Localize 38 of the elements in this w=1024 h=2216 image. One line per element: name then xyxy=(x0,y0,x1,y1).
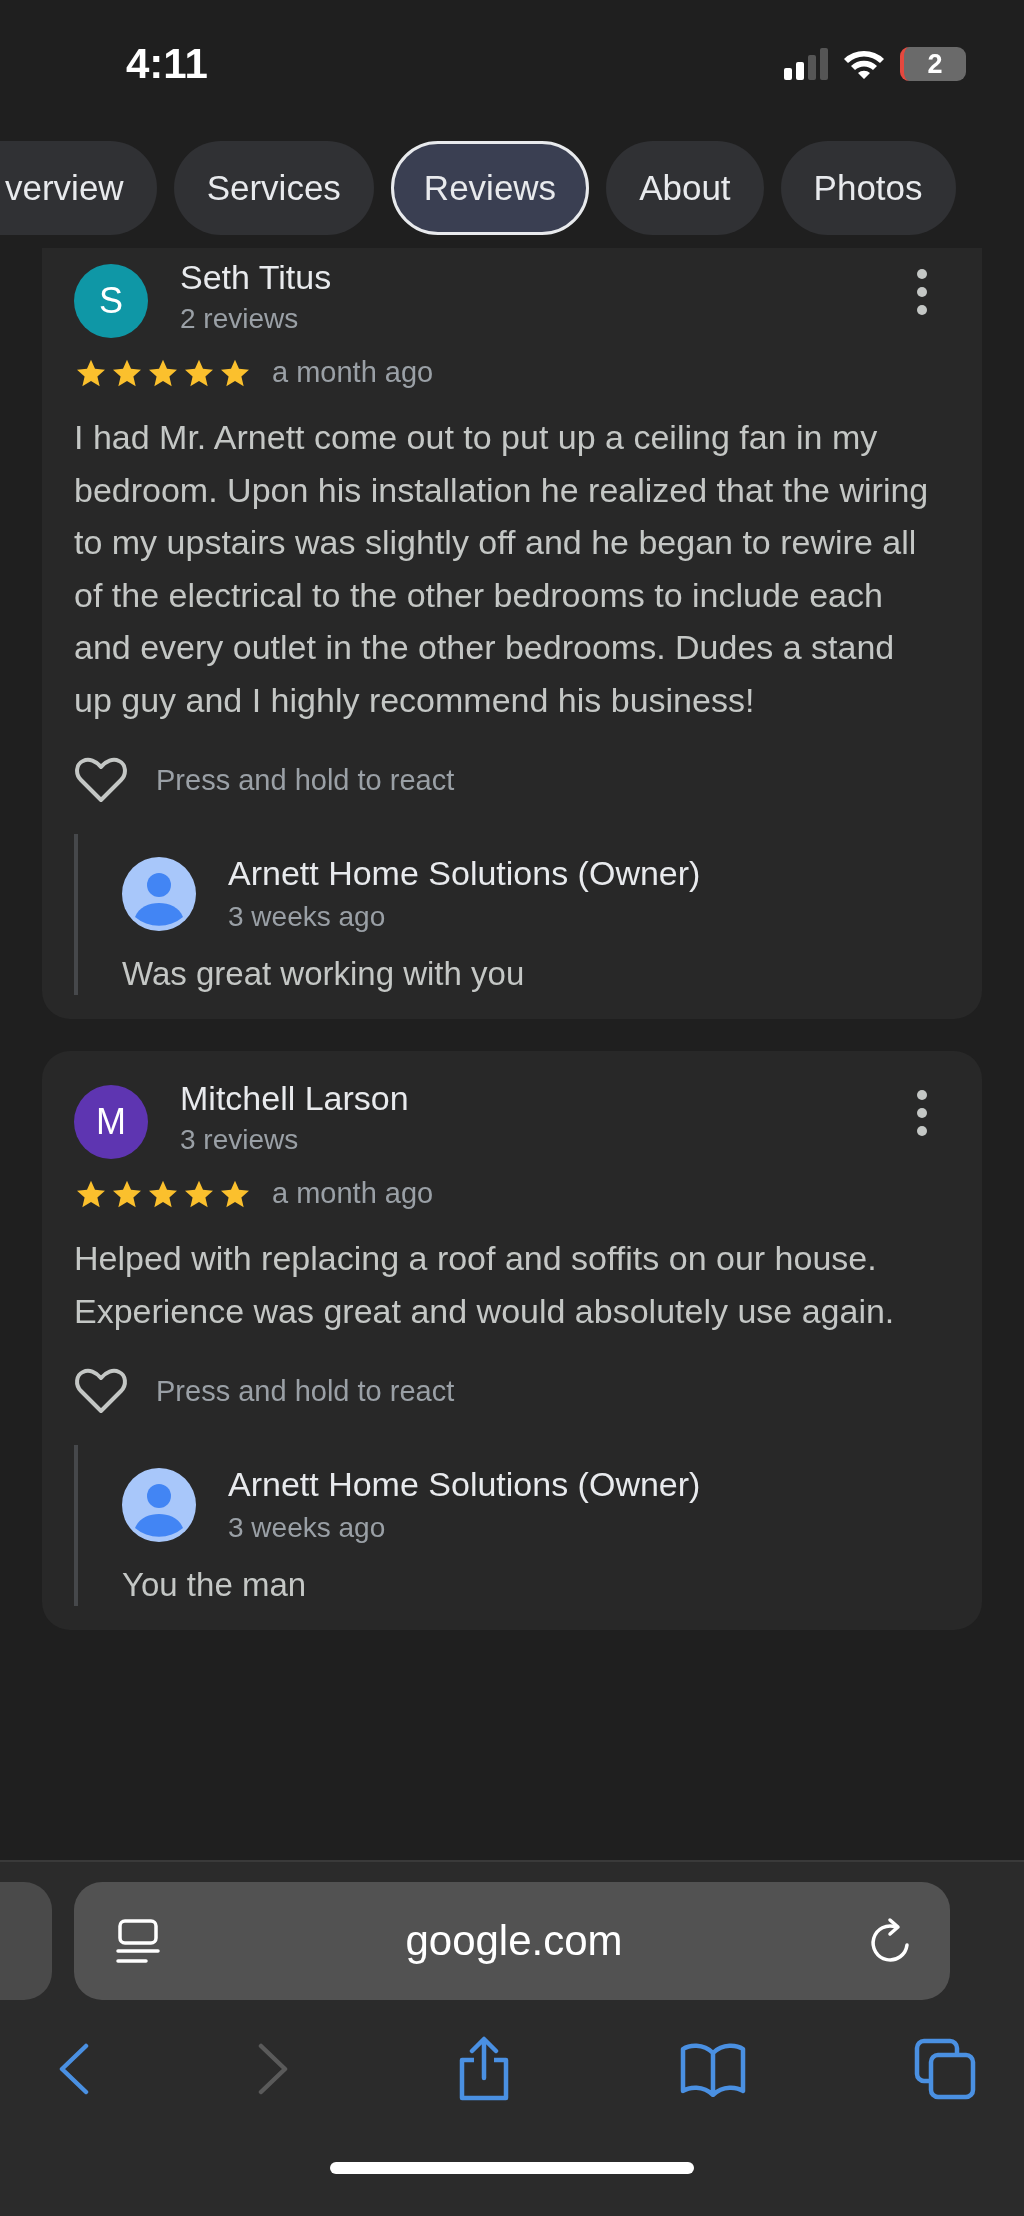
reviewer-name[interactable]: Seth Titus xyxy=(180,258,882,297)
more-options-icon[interactable] xyxy=(914,1089,930,1137)
tab[interactable]: Photos xyxy=(780,141,956,235)
reply-text: Was great working with you xyxy=(122,955,526,993)
page-menu-icon[interactable] xyxy=(116,1917,160,1965)
reply-text: You the man xyxy=(122,1566,308,1604)
review-time: a month ago xyxy=(272,356,434,389)
signal-icon xyxy=(784,48,828,80)
more-options-icon[interactable] xyxy=(914,268,930,316)
review-time: a month ago xyxy=(272,1177,434,1210)
bookmarks-icon[interactable] xyxy=(679,2041,747,2097)
react-hint: Press and hold to react xyxy=(156,1374,455,1408)
review-text: Helped with replacing a roof and soffits on our house. Experience was great and would absolutely use again. xyxy=(74,1238,896,1332)
reply-time: 3 weeks ago xyxy=(228,901,387,933)
review-text: I had Mr. Arnett come out to put up a ceiling fan in my bedroom. Upon his installation he realized that the wiring to my upstairs was slightly off and he began to rewire all of the electrical to the other bedrooms to include each and every outlet in the other bedrooms. Dudes a stand up guy and I highly recommend his business! xyxy=(74,417,930,721)
address-url: google.com xyxy=(405,1917,623,1965)
react-hint: Press and hold to react xyxy=(156,763,455,797)
reviewer-avatar: S xyxy=(74,264,148,338)
heart-icon[interactable] xyxy=(74,1367,128,1415)
back-icon[interactable] xyxy=(58,2043,90,2095)
heart-icon[interactable] xyxy=(74,756,128,804)
review-count: 3 reviews xyxy=(180,1124,300,1156)
tab[interactable]: Services xyxy=(173,141,374,235)
battery-level: 2 xyxy=(900,47,966,81)
owner-name: Arnett Home Solutions (Owner) xyxy=(228,854,701,893)
owner-name: Arnett Home Solutions (Owner) xyxy=(228,1465,701,1504)
tab[interactable]: verview xyxy=(0,141,157,235)
tabs-icon[interactable] xyxy=(914,2038,976,2100)
reviewer-name[interactable]: Mitchell Larson xyxy=(180,1079,882,1118)
reviewer-avatar: M xyxy=(74,1085,148,1159)
tab[interactable]: About xyxy=(606,141,764,235)
reload-icon[interactable] xyxy=(868,1917,912,1965)
reply-time: 3 weeks ago xyxy=(228,1512,387,1544)
status-time: 4:11 xyxy=(126,40,208,88)
tab[interactable]: Reviews xyxy=(390,141,590,235)
review-count: 2 reviews xyxy=(180,303,300,335)
wifi-icon xyxy=(842,48,886,80)
address-bar[interactable]: google.com xyxy=(74,1882,950,2000)
